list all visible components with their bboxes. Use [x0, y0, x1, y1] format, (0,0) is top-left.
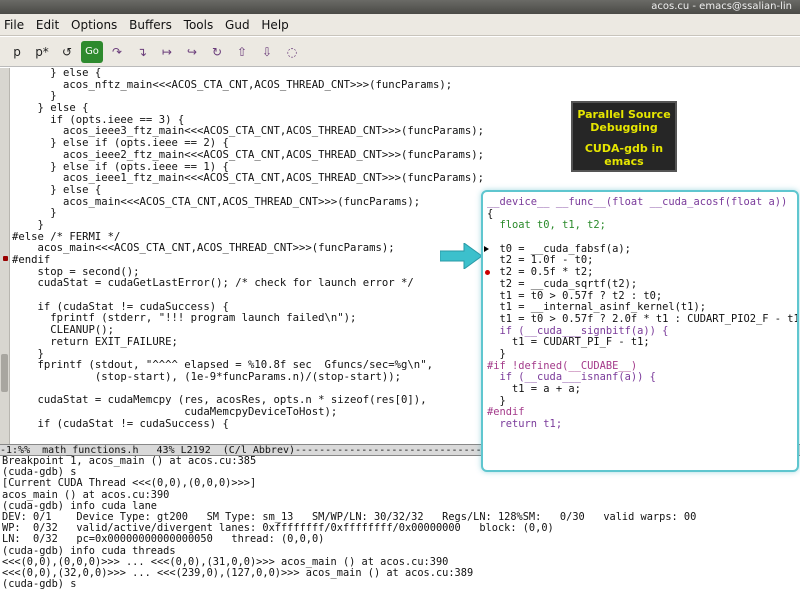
panel-code-line: t1 = t0 > 0.57f ? 2.0f * t1 : CUDART_PIO… — [487, 312, 799, 325]
pointer-arrow-icon — [440, 243, 482, 269]
menu-options[interactable]: Options — [71, 18, 117, 32]
menu-help[interactable]: Help — [261, 18, 288, 32]
code-line: acos_ieee1_ftz_main<<<ACOS_CTA_CNT,ACOS_… — [12, 172, 484, 185]
code-line: } else { — [12, 68, 102, 79]
refresh-icon[interactable]: ↺ — [56, 41, 78, 63]
finish-icon[interactable]: ↻ — [206, 41, 228, 63]
panel-code-line: return t1; — [487, 418, 563, 431]
window-titlebar: acos.cu - emacs@ssalian-lin — [0, 0, 800, 14]
panel-code-line: } — [487, 394, 506, 407]
menu-bar: File Edit Options Buffers Tools Gud Help — [0, 14, 800, 36]
go-icon[interactable]: Go — [81, 41, 103, 63]
gdb-line: LN: 0/32 pc=0x00000000000000050 thread: … — [2, 533, 325, 546]
step-over-icon[interactable]: ↷ — [106, 41, 128, 63]
code-line: acos_ieee2_ftz_main<<<ACOS_CTA_CNT,ACOS_… — [12, 148, 484, 161]
callout-line-3: CUDA-gdb in — [584, 142, 664, 155]
code-line: acos_nftz_main<<<ACOS_CTA_CNT,ACOS_THREA… — [12, 78, 453, 91]
gdb-console[interactable]: Breakpoint 1, acos_main () at acos.cu:38… — [0, 456, 800, 600]
panel-code-line: float t0, t1, t2; — [487, 219, 606, 232]
step-in-icon[interactable]: ↴ — [131, 41, 153, 63]
up-frame-icon[interactable]: ⇧ — [231, 41, 253, 63]
device-function-panel: __device__ __func__(float __cuda_acosf(f… — [481, 190, 799, 472]
menu-tools[interactable]: Tools — [184, 18, 214, 32]
gdb-line: (cuda-gdb) s — [2, 578, 77, 591]
window-title: acos.cu - emacs@ssalian-lin — [651, 1, 792, 12]
callout-line-1: Parallel Source — [577, 108, 671, 121]
callout-box: Parallel Source Debugging CUDA-gdb in em… — [571, 101, 677, 172]
code-line: } — [12, 90, 57, 103]
gdb-line: [Current CUDA Thread <<<(0,0),(0,0,0)>>>… — [2, 477, 257, 490]
panel-code-line: } — [487, 347, 506, 360]
help-bulb-icon[interactable]: ◌ — [281, 41, 303, 63]
current-line-arrow-icon — [484, 245, 489, 252]
panel-code-line: t1 = a + a; — [487, 383, 581, 395]
menu-file[interactable]: File — [4, 18, 24, 32]
panel-code-line: t2 = __cuda_sqrtf(t2); — [487, 277, 638, 290]
panel-code-line — [487, 232, 797, 244]
menu-edit[interactable]: Edit — [36, 18, 59, 32]
panel-code-line: t1 = CUDART_PI_F - t1; — [487, 336, 650, 349]
menu-gud[interactable]: Gud — [225, 18, 250, 32]
next-icon[interactable]: ↦ — [156, 41, 178, 63]
menu-buffers[interactable]: Buffers — [129, 18, 172, 32]
code-line: } else { — [12, 102, 89, 115]
down-frame-icon[interactable]: ⇩ — [256, 41, 278, 63]
step-pstar-icon[interactable]: p* — [31, 41, 53, 63]
toolbar: p p* ↺ Go ↷ ↴ ↦ ↪ ↻ ⇧ ⇩ ◌ — [0, 37, 800, 67]
source-scrollbar-thumb[interactable] — [1, 354, 8, 392]
breakpoint-marker-icon — [3, 256, 8, 261]
callout-line-2: Debugging — [590, 121, 658, 134]
callout-line-4: emacs — [604, 155, 644, 168]
step-p-icon[interactable]: p — [6, 41, 28, 63]
gdb-line: <<<(0,0),(32,0,0)>>> ... <<<(239,0),(127… — [2, 567, 474, 580]
panel-code-line: __device__ __func__(float __cuda_acosf(f… — [487, 196, 788, 208]
until-icon[interactable]: ↪ — [181, 41, 203, 63]
